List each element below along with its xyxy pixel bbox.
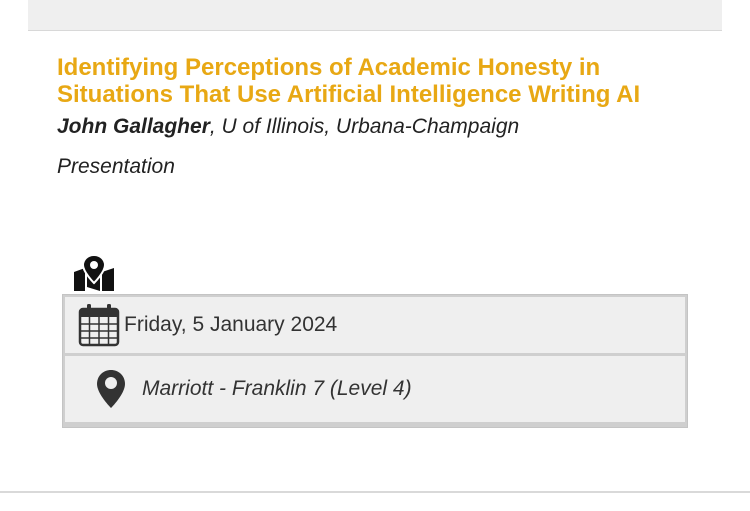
top-bar	[28, 0, 722, 31]
location-row: Marriott - Franklin 7 (Level 4)	[65, 356, 685, 422]
session-location: Marriott - Franklin 7 (Level 4)	[142, 377, 412, 400]
date-row: Friday, 5 January 2024	[65, 297, 685, 353]
author-affiliation: , U of Illinois, Urbana-Champaign	[209, 115, 520, 138]
session-title: Identifying Perceptions of Academic Hone…	[57, 54, 641, 108]
calendar-icon	[78, 304, 120, 347]
bottom-divider	[0, 491, 750, 493]
author-line: John Gallagher, U of Illinois, Urbana-Ch…	[57, 114, 707, 140]
author-name: John Gallagher	[57, 115, 210, 138]
session-date: Friday, 5 January 2024	[124, 313, 338, 336]
session-type: Presentation	[57, 155, 175, 178]
map-pin-icon	[97, 370, 125, 408]
session-info-box: Friday, 5 January 2024 Marriott - Frankl…	[62, 294, 688, 428]
map-location-icon	[74, 254, 114, 291]
session-content: Identifying Perceptions of Academic Hone…	[57, 54, 707, 180]
